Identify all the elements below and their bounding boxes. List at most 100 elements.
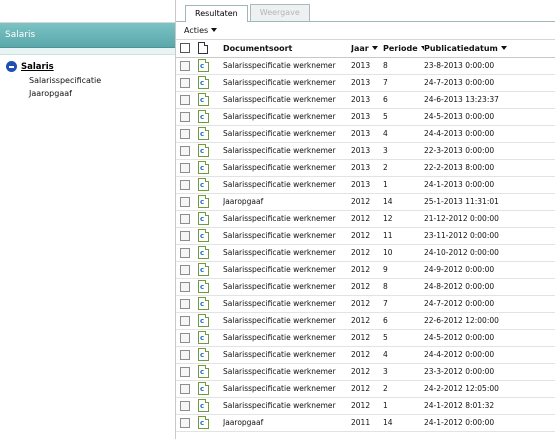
table-row[interactable]: c Salarisspecificatie werknemer 2012 11 …	[176, 227, 555, 244]
table-row[interactable]: c Salarisspecificatie werknemer 2013 5 2…	[176, 108, 555, 125]
cell-periode: 2	[383, 163, 388, 172]
row-checkbox[interactable]	[180, 60, 190, 71]
table-row[interactable]: c Salarisspecificatie werknemer 2012 2 2…	[176, 380, 555, 397]
cell-documentsoort[interactable]: Salarisspecificatie werknemer	[223, 329, 351, 346]
row-checkbox[interactable]	[180, 162, 190, 173]
tree-item-salarisspecificatie[interactable]: Salarisspecificatie	[29, 76, 175, 85]
cell-documentsoort[interactable]: Salarisspecificatie werknemer	[223, 159, 351, 176]
cell-jaar: 2013	[351, 112, 371, 121]
row-select-cell	[176, 295, 195, 312]
table-row[interactable]: c Salarisspecificatie werknemer 2012 6 2…	[176, 312, 555, 329]
table-row[interactable]: c Salarisspecificatie werknemer 2012 1 2…	[176, 397, 555, 414]
cell-documentsoort[interactable]: Salarisspecificatie werknemer	[223, 380, 351, 397]
cell-documentsoort[interactable]: Salarisspecificatie werknemer	[223, 227, 351, 244]
cell-publicatiedatum: 21-12-2012 0:00:00	[424, 214, 499, 223]
column-label: Periode	[383, 43, 418, 53]
tree-root-salaris[interactable]: Salaris	[6, 61, 175, 72]
tab-weergave[interactable]: Weergave	[249, 4, 310, 21]
select-all-checkbox[interactable]	[180, 43, 190, 54]
cell-documentsoort[interactable]: Salarisspecificatie werknemer	[223, 176, 351, 193]
cell-documentsoort[interactable]: Salarisspecificatie werknemer	[223, 244, 351, 261]
row-checkbox[interactable]	[180, 417, 190, 428]
row-checkbox[interactable]	[180, 400, 190, 411]
row-checkbox[interactable]	[180, 247, 190, 258]
row-checkbox[interactable]	[180, 128, 190, 139]
row-icon-cell: c	[195, 380, 223, 397]
cell-documentsoort[interactable]: Salarisspecificatie werknemer	[223, 278, 351, 295]
row-checkbox[interactable]	[180, 281, 190, 292]
document-icon: c	[198, 161, 209, 174]
cell-documentsoort[interactable]: Salarisspecificatie werknemer	[223, 108, 351, 125]
table-row[interactable]: c Salarisspecificatie werknemer 2012 5 2…	[176, 329, 555, 346]
cell-documentsoort[interactable]: Salarisspecificatie werknemer	[223, 74, 351, 91]
row-checkbox[interactable]	[180, 230, 190, 241]
row-checkbox[interactable]	[180, 298, 190, 309]
cell-publicatiedatum: 24-1-2013 0:00:00	[424, 180, 495, 189]
row-checkbox[interactable]	[180, 332, 190, 343]
table-row[interactable]: c Salarisspecificatie werknemer 2013 8 2…	[176, 57, 555, 74]
cell-documentsoort[interactable]: Salarisspecificatie werknemer	[223, 295, 351, 312]
table-row[interactable]: c Salarisspecificatie werknemer 2012 4 2…	[176, 346, 555, 363]
row-checkbox[interactable]	[180, 264, 190, 275]
column-header-publicatiedatum[interactable]: Publicatiedatum	[424, 40, 555, 58]
cell-documentsoort[interactable]: Salarisspecificatie werknemer	[223, 125, 351, 142]
table-row[interactable]: c Jaaropgaaf 2011 14 24-1-2012 0:00:00	[176, 414, 555, 431]
table-row[interactable]: c Salarisspecificatie werknemer 2012 7 2…	[176, 295, 555, 312]
column-header-documentsoort[interactable]: Documentsoort	[223, 40, 351, 58]
cell-periode: 4	[383, 350, 388, 359]
cell-documentsoort[interactable]: Salarisspecificatie werknemer	[223, 210, 351, 227]
row-select-cell	[176, 176, 195, 193]
table-row[interactable]: c Salarisspecificatie werknemer 2012 12 …	[176, 210, 555, 227]
cell-documentsoort[interactable]: Salarisspecificatie werknemer	[223, 397, 351, 414]
cell-documentsoort[interactable]: Salarisspecificatie werknemer	[223, 363, 351, 380]
actions-menu[interactable]: Acties	[176, 22, 555, 40]
document-icon: c	[198, 110, 209, 123]
cell-documentsoort[interactable]: Salarisspecificatie werknemer	[223, 142, 351, 159]
cell-documentsoort[interactable]: Salarisspecificatie werknemer	[223, 91, 351, 108]
row-checkbox[interactable]	[180, 383, 190, 394]
row-checkbox[interactable]	[180, 179, 190, 190]
cell-documentsoort[interactable]: Salarisspecificatie werknemer	[223, 312, 351, 329]
row-checkbox[interactable]	[180, 196, 190, 207]
table-row[interactable]: c Salarisspecificatie werknemer 2013 1 2…	[176, 176, 555, 193]
row-icon-cell: c	[195, 176, 223, 193]
table-row[interactable]: c Salarisspecificatie werknemer 2013 7 2…	[176, 74, 555, 91]
row-checkbox[interactable]	[180, 213, 190, 224]
table-row[interactable]: c Salarisspecificatie werknemer 2013 2 2…	[176, 159, 555, 176]
row-checkbox[interactable]	[180, 77, 190, 88]
row-checkbox[interactable]	[180, 111, 190, 122]
table-row[interactable]: c Salarisspecificatie werknemer 2012 8 2…	[176, 278, 555, 295]
table-body: c Salarisspecificatie werknemer 2013 8 2…	[176, 57, 555, 431]
collapse-minus-icon[interactable]	[6, 61, 17, 72]
table-row[interactable]: c Salarisspecificatie werknemer 2012 9 2…	[176, 261, 555, 278]
cell-publicatiedatum: 23-11-2012 0:00:00	[424, 231, 499, 240]
sidebar-section-header[interactable]: Salaris	[0, 23, 175, 48]
row-checkbox[interactable]	[180, 349, 190, 360]
table-row[interactable]: c Salarisspecificatie werknemer 2013 4 2…	[176, 125, 555, 142]
document-icon: c	[198, 365, 209, 378]
cell-jaar: 2012	[351, 265, 371, 274]
table-row[interactable]: c Salarisspecificatie werknemer 2013 6 2…	[176, 91, 555, 108]
cell-documentsoort[interactable]: Salarisspecificatie werknemer	[223, 346, 351, 363]
row-checkbox[interactable]	[180, 315, 190, 326]
cell-documentsoort[interactable]: Jaaropgaaf	[223, 193, 351, 210]
cell-publicatiedatum: 24-9-2012 0:00:00	[424, 265, 495, 274]
row-checkbox[interactable]	[180, 145, 190, 156]
row-select-cell	[176, 74, 195, 91]
tree-item-jaaropgaaf[interactable]: Jaaropgaaf	[29, 89, 175, 98]
tree-root-label[interactable]: Salaris	[21, 62, 54, 72]
column-header-periode[interactable]: Periode	[383, 40, 424, 58]
row-checkbox[interactable]	[180, 94, 190, 105]
cell-documentsoort[interactable]: Salarisspecificatie werknemer	[223, 261, 351, 278]
tab-resultaten[interactable]: Resultaten	[185, 5, 248, 22]
table-row[interactable]: c Jaaropgaaf 2012 14 25-1-2013 11:31:01	[176, 193, 555, 210]
table-row[interactable]: c Salarisspecificatie werknemer 2012 10 …	[176, 244, 555, 261]
cell-periode: 9	[383, 265, 388, 274]
cell-documentsoort[interactable]: Jaaropgaaf	[223, 414, 351, 431]
table-row[interactable]: c Salarisspecificatie werknemer 2012 3 2…	[176, 363, 555, 380]
column-header-jaar[interactable]: Jaar	[351, 40, 383, 58]
cell-periode: 3	[383, 146, 388, 155]
table-row[interactable]: c Salarisspecificatie werknemer 2013 3 2…	[176, 142, 555, 159]
cell-documentsoort[interactable]: Salarisspecificatie werknemer	[223, 57, 351, 74]
row-checkbox[interactable]	[180, 366, 190, 377]
